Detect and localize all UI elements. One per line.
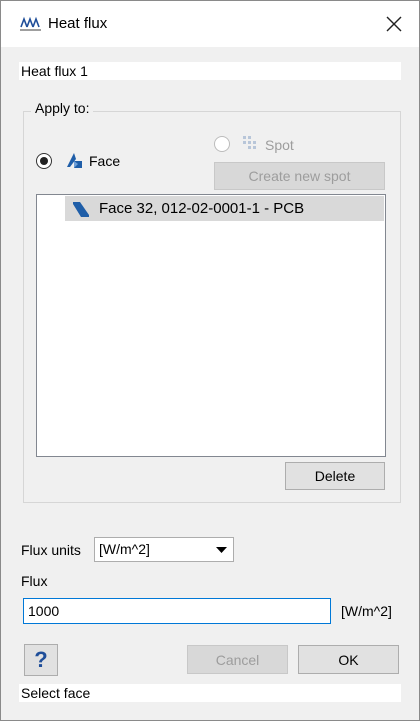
flux-input[interactable] [23, 598, 331, 624]
help-button[interactable]: ? [24, 644, 58, 676]
list-item[interactable]: Face 32, 012-02-0001-1 - PCB [65, 196, 384, 221]
chevron-down-icon [216, 547, 227, 553]
delete-button[interactable]: Delete [285, 462, 385, 490]
face-icon [67, 153, 82, 168]
heat-flux-dialog: Heat flux Apply to: Face Spot Create new… [0, 0, 420, 721]
spot-label: Spot [265, 137, 294, 153]
ok-button[interactable]: OK [298, 645, 399, 674]
face-label: Face [89, 153, 121, 169]
flux-units-value: [W/m^2] [99, 541, 150, 557]
name-field[interactable] [19, 62, 401, 80]
create-new-spot-button[interactable]: Create new spot [214, 162, 385, 190]
flux-label: Flux [21, 573, 48, 589]
applied-items-list[interactable]: Face 32, 012-02-0001-1 - PCB [36, 194, 386, 457]
flux-units-label: Flux units [21, 542, 81, 558]
flux-unit-label: [W/m^2] [341, 603, 392, 619]
spot-radio[interactable] [214, 136, 230, 152]
spot-icon [243, 136, 256, 149]
heat-flux-icon [20, 16, 41, 31]
help-icon: ? [34, 647, 48, 672]
close-icon[interactable] [379, 9, 409, 39]
apply-to-label: Apply to: [31, 100, 94, 116]
window-title: Heat flux [48, 15, 108, 32]
status-bar: Select face [19, 684, 401, 702]
face-item-icon [73, 202, 89, 217]
cancel-button[interactable]: Cancel [187, 645, 288, 674]
face-radio[interactable] [36, 153, 52, 169]
list-item-label: Face 32, 012-02-0001-1 - PCB [99, 200, 305, 217]
title-bar: Heat flux [1, 1, 419, 47]
flux-units-select[interactable]: [W/m^2] [94, 537, 234, 562]
